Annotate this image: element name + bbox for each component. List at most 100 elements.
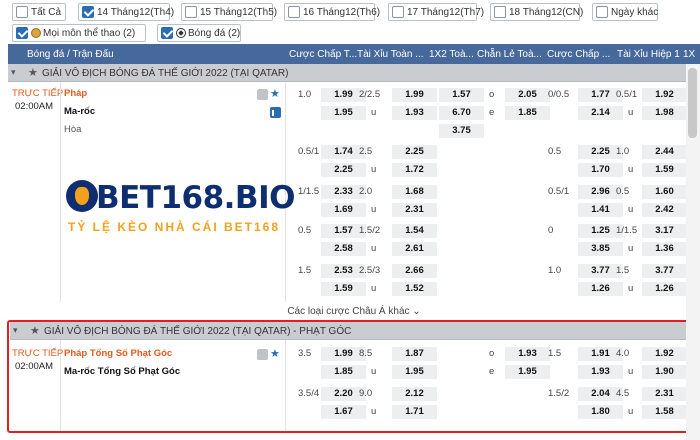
highlight-box	[7, 320, 697, 433]
favorite-star-icon[interactable]: ★	[270, 89, 281, 100]
over-under-h1-line: 0.5	[616, 186, 630, 197]
odds-cell[interactable]: 3.77	[642, 264, 687, 278]
odds-cell[interactable]: 2.44	[642, 145, 687, 159]
under-label: u	[371, 283, 377, 294]
odds-cell[interactable]: 3.75	[439, 124, 484, 138]
handicap-h1-line: 0.5/1	[548, 186, 570, 197]
checkbox-icon	[494, 6, 506, 18]
over-under-line: 2/2.5	[359, 89, 381, 100]
odds-cell[interactable]: 1.52	[392, 282, 437, 296]
filter-all[interactable]: Tất Cả	[12, 3, 66, 21]
over-under-line: 2.5	[359, 146, 373, 157]
chevron-down-icon[interactable]: ▾	[11, 67, 16, 78]
odds-cell[interactable]: 2.25	[392, 145, 437, 159]
tv-icon[interactable]	[257, 89, 268, 100]
more-asian-bets-link[interactable]: Các loại cược Châu Á khác ⌄	[8, 303, 700, 321]
odds-cell[interactable]: 1.36	[642, 242, 687, 256]
odds-cell[interactable]: 2.66	[392, 264, 437, 278]
filter-other-day[interactable]: Ngày khác	[592, 3, 658, 21]
col-odd-even[interactable]: Chẵn Lẻ Toà...	[477, 49, 542, 60]
handicap-h1-line: 1.0	[548, 265, 562, 276]
over-under-line: 2.0	[359, 186, 373, 197]
handicap-line: 1/1.5	[298, 186, 320, 197]
over-under-line: 2.5/3	[359, 265, 381, 276]
checkbox-checked-icon	[161, 27, 173, 39]
over-under-h1-line: 1.0	[616, 146, 630, 157]
odds-cell[interactable]: 1.69	[321, 203, 366, 217]
handicap-h1-line: 0.5	[548, 146, 562, 157]
filter-day-14[interactable]: 14 Tháng12(Th4)	[78, 3, 174, 21]
odds-cell[interactable]: 2.05	[505, 88, 550, 102]
handicap-line: 0.5/1	[298, 146, 320, 157]
stats-chart-icon[interactable]	[270, 107, 283, 118]
col-match[interactable]: Bóng đá / Trận Đấu	[27, 49, 114, 60]
odds-cell[interactable]: 2.25	[321, 163, 366, 177]
odds-cell[interactable]: 1.68	[392, 185, 437, 199]
col-over-under[interactable]: Tài Xỉu Toàn ...	[357, 49, 424, 60]
odds-cell[interactable]: 1.98	[642, 106, 687, 120]
match-time: 02:00AM	[15, 101, 54, 112]
bet168-logo: BET168.BIO TỶ LỆ KÈO NHÀ CÁI BET168	[64, 178, 295, 238]
odds-cell[interactable]: 1.59	[321, 282, 366, 296]
odds-cell[interactable]: 1.93	[392, 106, 437, 120]
odds-cell[interactable]: 2.14	[578, 106, 623, 120]
checkbox-checked-icon	[82, 6, 94, 18]
odds-cell[interactable]: 1.92	[642, 88, 687, 102]
away-team[interactable]: Ma-rốc	[64, 106, 95, 118]
odds-cell[interactable]: 2.61	[392, 242, 437, 256]
under-label: u	[371, 204, 377, 215]
odds-cell[interactable]: 1.70	[578, 163, 623, 177]
col-handicap[interactable]: Cược Chấp T...	[289, 49, 357, 60]
home-team[interactable]: Pháp	[64, 88, 87, 100]
chevron-down-icon: ⌄	[412, 306, 421, 317]
col-over-under-h1[interactable]: Tài Xỉu Hiệp 1	[617, 49, 680, 60]
filter-football[interactable]: Bóng đá (2)	[157, 24, 241, 42]
odds-cell[interactable]: 1.99	[392, 88, 437, 102]
under-label: u	[371, 107, 377, 118]
odds-cell[interactable]: 1.26	[578, 282, 623, 296]
under-label: u	[628, 107, 634, 118]
odds-cell[interactable]: 1.57	[439, 88, 484, 102]
odds-cell[interactable]: 1.72	[392, 163, 437, 177]
draw-label: Hòa	[64, 124, 82, 135]
even-label: e	[489, 107, 495, 118]
league-title: GIẢI VÔ ĐỊCH BÓNG ĐÁ THẾ GIỚI 2022 (TẠI …	[42, 68, 289, 79]
odds-cell[interactable]: 2.42	[642, 203, 687, 217]
logo-tagline: TỶ LỆ KÈO NHÀ CÁI BET168	[68, 220, 281, 234]
checkbox-icon	[16, 6, 28, 18]
odds-cell[interactable]: 6.70	[439, 106, 484, 120]
odds-cell[interactable]: 1.54	[392, 224, 437, 238]
star-icon[interactable]: ★	[28, 66, 38, 79]
odds-cell[interactable]: 2.58	[321, 242, 366, 256]
col-1x2[interactable]: 1X2 Toà...	[429, 49, 474, 60]
live-label: TRỰC TIẾP	[12, 88, 64, 99]
checkbox-icon	[288, 6, 300, 18]
odds-cell[interactable]: 1.95	[321, 106, 366, 120]
odds-cell[interactable]: 1.60	[642, 185, 687, 199]
filter-day-16[interactable]: 16 Tháng12(Th6)	[284, 3, 380, 21]
odds-cell[interactable]: 1.41	[578, 203, 623, 217]
col-1x2-h1[interactable]: 1X	[683, 49, 695, 60]
col-handicap-h1[interactable]: Cược Chấp ...	[547, 49, 610, 60]
under-label: u	[628, 164, 634, 175]
odds-cell[interactable]: 1.85	[505, 106, 550, 120]
odds-cell[interactable]: 2.31	[392, 203, 437, 217]
handicap-line: 1.0	[298, 89, 312, 100]
filter-day-15[interactable]: 15 Tháng12(Th5)	[181, 3, 277, 21]
odds-cell[interactable]: 3.85	[578, 242, 623, 256]
filter-day-17[interactable]: 17 Tháng12(Th7)	[388, 3, 484, 21]
scrollbar-thumb[interactable]	[688, 68, 697, 138]
filter-day-18[interactable]: 18 Tháng12(CN)	[490, 3, 583, 21]
odds-cell[interactable]: 1.26	[642, 282, 687, 296]
odds-cell[interactable]: 1.59	[642, 163, 687, 177]
checkbox-icon	[185, 6, 197, 18]
filter-all-sports[interactable]: Mọi môn thể thao (2)	[12, 24, 146, 42]
under-label: u	[628, 204, 634, 215]
checkbox-icon	[596, 6, 608, 18]
odds-cell[interactable]: 3.17	[642, 224, 687, 238]
over-under-h1-line: 1/1.5	[616, 225, 638, 236]
under-label: u	[371, 164, 377, 175]
league-header[interactable]: ▾ ★ GIẢI VÔ ĐỊCH BÓNG ĐÁ THẾ GIỚI 2022 (…	[8, 64, 700, 82]
under-label: u	[628, 283, 634, 294]
filter-bar: Tất Cả 14 Tháng12(Th4) 15 Tháng12(Th5) 1…	[0, 0, 700, 44]
